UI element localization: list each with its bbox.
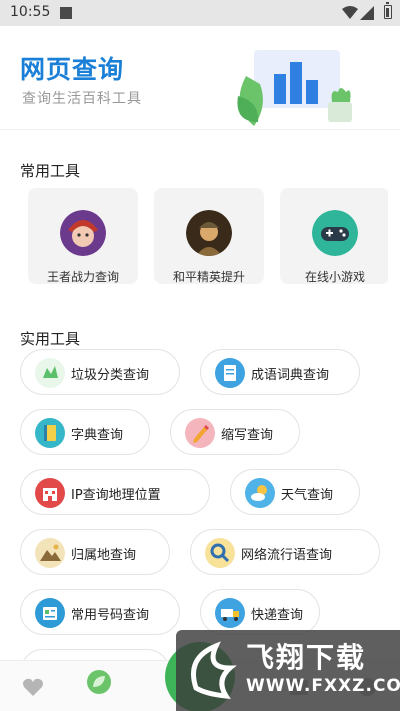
heart-icon[interactable] <box>22 677 44 697</box>
tool-label: 归属地查询 <box>71 548 137 563</box>
tool-weather-button[interactable]: 天气查询 <box>230 469 360 515</box>
building-icon <box>35 478 65 508</box>
tool-dictionary-button[interactable]: 字典查询 <box>20 409 150 455</box>
tool-common-numbers-button[interactable]: 常用号码查询 <box>20 589 180 635</box>
recycle-icon <box>35 358 65 388</box>
book-icon <box>215 358 245 388</box>
tool-label: 成语词典查询 <box>251 368 330 383</box>
weather-icon <box>245 478 275 508</box>
soldier-avatar-icon <box>186 210 232 256</box>
notification-icon <box>60 7 72 19</box>
phonebook-icon <box>35 598 65 628</box>
watermark-overlay: 飞翔下载 WWW.FXXZ.COM <box>176 630 400 711</box>
signal-icon <box>360 6 374 20</box>
truck-icon <box>215 598 245 628</box>
tool-express-button[interactable]: 快递查询 <box>200 589 320 635</box>
common-tools-list: 王者战力查询 和平精英提升 在线小游戏 <box>28 188 388 284</box>
dictionary-icon <box>35 418 65 448</box>
common-tool-card[interactable]: 和平精英提升 <box>154 188 264 284</box>
common-tool-card[interactable]: 王者战力查询 <box>28 188 138 284</box>
mountain-icon <box>35 538 65 568</box>
wifi-icon <box>342 6 358 19</box>
common-tool-label: 和平精英提升 <box>172 270 245 284</box>
common-tool-card[interactable]: 在线小游戏 <box>280 188 388 284</box>
tool-idiom-dictionary-button[interactable]: 成语词典查询 <box>200 349 360 395</box>
common-tool-label: 王者战力查询 <box>46 270 119 284</box>
tool-label: 常用号码查询 <box>71 608 150 623</box>
app-header: 网页查询 查询生活百科工具 <box>0 26 400 130</box>
pencil-icon <box>185 418 215 448</box>
magnifier-icon <box>205 538 235 568</box>
brand-logo-icon <box>191 641 237 699</box>
tool-internet-slang-button[interactable]: 网络流行语查询 <box>190 529 380 575</box>
watermark-url: WWW.FXXZ.COM <box>246 676 400 696</box>
status-time: 10:55 <box>10 4 51 20</box>
tool-abbreviation-button[interactable]: 缩写查询 <box>170 409 300 455</box>
hero-avatar-icon <box>60 210 106 256</box>
tool-label: 垃圾分类查询 <box>71 368 150 383</box>
tool-label: 网络流行语查询 <box>241 548 333 563</box>
battery-icon <box>384 2 392 19</box>
watermark-brand: 飞翔下载 <box>246 641 367 674</box>
tool-ip-location-button[interactable]: IP查询地理位置 <box>20 469 210 515</box>
tool-label: 字典查询 <box>71 428 124 443</box>
tool-label: 缩写查询 <box>221 428 274 443</box>
common-tools-title: 常用工具 <box>20 162 81 180</box>
leaf-home-icon[interactable] <box>86 669 112 695</box>
tool-label: 天气查询 <box>281 488 334 503</box>
tool-label: IP查询地理位置 <box>71 488 161 503</box>
tool-garbage-sort-button[interactable]: 垃圾分类查询 <box>20 349 180 395</box>
status-bar: 10:55 <box>0 0 400 26</box>
gamepad-icon <box>312 210 358 256</box>
chart-illustration-icon <box>237 50 352 126</box>
page-subtitle: 查询生活百科工具 <box>22 91 142 107</box>
common-tool-label: 在线小游戏 <box>304 270 365 284</box>
tool-label: 快递查询 <box>251 608 304 623</box>
page-title: 网页查询 <box>20 55 125 84</box>
tool-attribution-button[interactable]: 归属地查询 <box>20 529 170 575</box>
practical-tools-title: 实用工具 <box>20 330 81 348</box>
